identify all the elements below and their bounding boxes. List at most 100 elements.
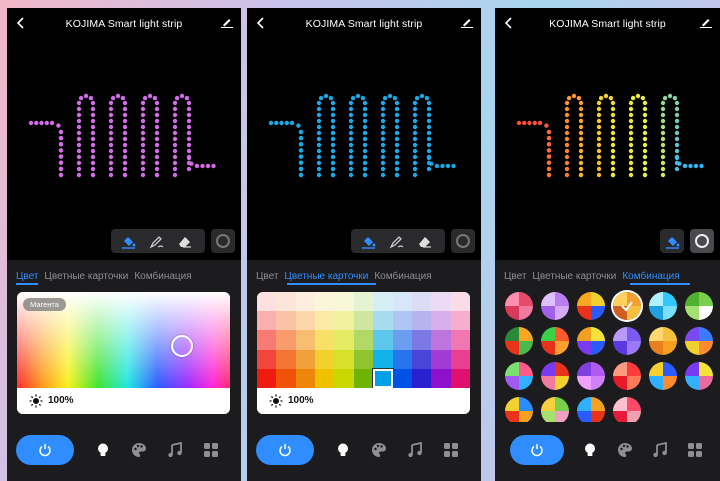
combination-swatch[interactable]	[613, 362, 641, 390]
color-card-swatch[interactable]	[431, 330, 451, 350]
color-card-swatch[interactable]	[353, 292, 374, 312]
combination-swatch[interactable]	[577, 397, 605, 425]
tab-color-cards[interactable]: Цветные карточки	[284, 271, 368, 282]
combination-swatch[interactable]	[577, 362, 605, 390]
bulb-icon[interactable]	[95, 442, 111, 458]
paint-bucket-icon[interactable]	[361, 234, 376, 249]
tab-color[interactable]: Цвет	[256, 271, 278, 282]
combination-swatch[interactable]	[577, 327, 605, 355]
music-icon[interactable]	[407, 442, 423, 458]
color-card-swatch[interactable]	[411, 368, 432, 388]
combination-swatch[interactable]	[541, 397, 569, 425]
power-button[interactable]	[16, 435, 74, 465]
combination-swatch[interactable]	[685, 292, 713, 320]
pen-icon[interactable]	[149, 234, 164, 249]
color-card-swatch[interactable]	[373, 368, 393, 389]
grid-icon[interactable]	[443, 442, 459, 458]
color-card-swatch[interactable]	[353, 368, 374, 388]
color-card-swatch[interactable]	[373, 349, 393, 369]
combination-swatch[interactable]	[613, 397, 641, 425]
palette-icon[interactable]	[131, 442, 147, 458]
tab-combination[interactable]: Комбинация	[622, 271, 679, 282]
combination-swatch[interactable]	[685, 362, 713, 390]
color-card-swatch[interactable]	[411, 311, 432, 331]
combination-swatch[interactable]	[541, 362, 569, 390]
color-card-swatch[interactable]	[450, 292, 470, 312]
brightness-row[interactable]: 100%	[17, 388, 230, 414]
color-card-swatch[interactable]	[315, 368, 335, 388]
single-color-mode-button[interactable]	[690, 229, 714, 253]
color-card-swatch[interactable]	[295, 311, 316, 331]
combination-swatch[interactable]	[649, 292, 677, 320]
color-card-swatch[interactable]	[315, 292, 335, 312]
tab-combination[interactable]: Комбинация	[134, 271, 191, 282]
light-strip-preview[interactable]	[247, 38, 481, 228]
color-card-swatch[interactable]	[450, 349, 470, 369]
color-card-swatch[interactable]	[411, 330, 432, 350]
bulb-icon[interactable]	[335, 442, 351, 458]
music-icon[interactable]	[652, 442, 668, 458]
paint-bucket-icon[interactable]	[121, 234, 136, 249]
color-card-swatch[interactable]	[353, 311, 374, 331]
color-card-swatch[interactable]	[276, 349, 296, 369]
edit-icon[interactable]	[461, 16, 473, 28]
tab-color[interactable]: Цвет	[16, 271, 38, 282]
single-color-mode-button[interactable]	[211, 229, 235, 253]
color-card-swatch[interactable]	[431, 311, 451, 331]
single-color-mode-button[interactable]	[451, 229, 475, 253]
combination-swatch[interactable]	[685, 327, 713, 355]
color-card-swatch[interactable]	[411, 292, 432, 312]
color-card-swatch[interactable]	[276, 311, 296, 331]
edit-icon[interactable]	[700, 16, 712, 28]
color-card-swatch[interactable]	[450, 311, 470, 331]
color-card-swatch[interactable]	[431, 368, 451, 388]
color-card-swatch[interactable]	[257, 349, 277, 369]
combination-swatch[interactable]	[649, 327, 677, 355]
color-card-swatch[interactable]	[276, 330, 296, 350]
color-card-swatch[interactable]	[353, 330, 374, 350]
combination-swatch[interactable]	[541, 292, 569, 320]
combination-swatch[interactable]	[541, 327, 569, 355]
color-card-swatch[interactable]	[334, 349, 354, 369]
color-card-swatch[interactable]	[373, 292, 393, 312]
color-card-swatch[interactable]	[257, 311, 277, 331]
tab-color-cards[interactable]: Цветные карточки	[44, 271, 128, 282]
color-card-swatch[interactable]	[257, 330, 277, 350]
combination-swatch[interactable]	[505, 327, 533, 355]
color-card-swatch[interactable]	[392, 311, 412, 331]
color-card-swatch[interactable]	[373, 311, 393, 331]
color-card-swatch[interactable]	[431, 349, 451, 369]
power-button[interactable]	[256, 435, 314, 465]
eraser-icon[interactable]	[177, 234, 192, 249]
color-card-swatch[interactable]	[315, 311, 335, 331]
color-card-swatch[interactable]	[257, 292, 277, 312]
combination-swatch[interactable]	[505, 397, 533, 425]
grid-icon[interactable]	[203, 442, 219, 458]
color-card-swatch[interactable]	[411, 349, 432, 369]
power-button[interactable]	[510, 435, 564, 465]
color-picker-handle[interactable]	[171, 335, 193, 357]
grid-icon[interactable]	[687, 442, 703, 458]
color-card-swatch[interactable]	[450, 330, 470, 350]
color-card-swatch[interactable]	[392, 368, 412, 388]
combination-swatch[interactable]	[613, 292, 641, 320]
color-card-swatch[interactable]	[392, 349, 412, 369]
combination-swatch[interactable]	[505, 292, 533, 320]
combination-swatch[interactable]	[613, 327, 641, 355]
color-card-swatch[interactable]	[315, 330, 335, 350]
combination-swatch[interactable]	[649, 362, 677, 390]
color-card-swatch[interactable]	[392, 330, 412, 350]
palette-icon[interactable]	[371, 442, 387, 458]
eraser-icon[interactable]	[417, 234, 432, 249]
color-card-swatch[interactable]	[295, 349, 316, 369]
tab-color-cards[interactable]: Цветные карточки	[532, 271, 616, 282]
color-card-swatch[interactable]	[295, 368, 316, 388]
color-card-swatch[interactable]	[334, 330, 354, 350]
paint-bucket-button[interactable]	[660, 229, 684, 253]
color-card-swatch[interactable]	[295, 330, 316, 350]
color-card-swatch[interactable]	[295, 292, 316, 312]
palette-icon[interactable]	[617, 442, 633, 458]
color-card-swatch[interactable]	[353, 349, 374, 369]
color-card-swatch[interactable]	[315, 349, 335, 369]
edit-icon[interactable]	[221, 16, 233, 28]
